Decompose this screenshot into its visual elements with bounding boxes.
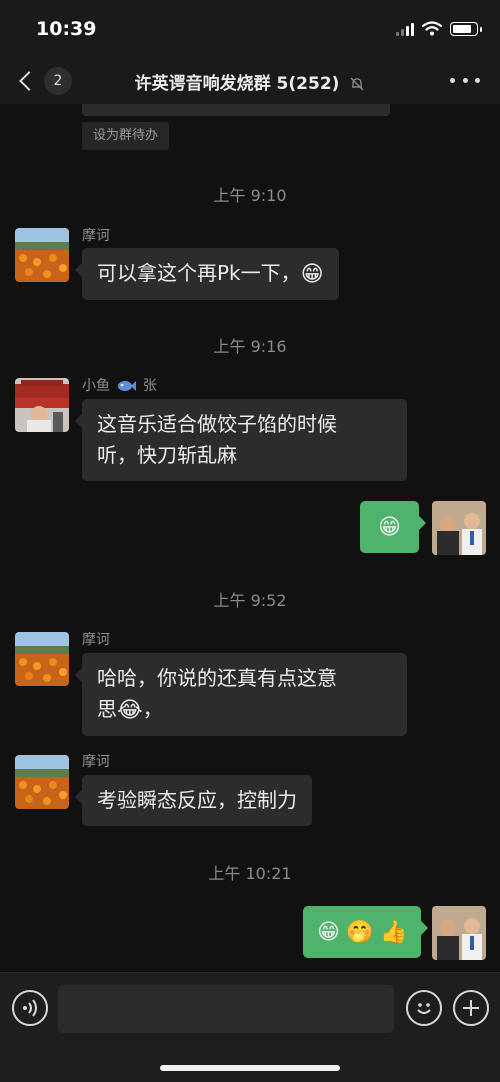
- sender-name: 摩诃: [82, 228, 110, 244]
- more-button[interactable]: [450, 70, 480, 90]
- time-divider: 上午 9:52: [213, 591, 287, 610]
- status-time: 10:39: [36, 18, 97, 40]
- time-divider: 上午 9:10: [213, 186, 287, 205]
- message-text-line: 哈哈，你说的还真有点这意: [97, 666, 337, 690]
- status-bar: 10:39: [0, 0, 500, 58]
- voice-button[interactable]: [12, 990, 48, 1026]
- status-icons: [396, 21, 482, 36]
- message-text-line: 这音乐适合做饺子馅的时候: [97, 412, 337, 436]
- tears-of-joy-emoji: 😂: [117, 698, 143, 723]
- mute-bell-icon: [350, 77, 364, 91]
- message-bubble[interactable]: 哈哈，你说的还真有点这意 思😂，: [75, 653, 407, 736]
- chat-title-wrap: 许英谔音响发烧群 5(252): [80, 69, 420, 94]
- sender-name: 摩诃: [82, 754, 110, 770]
- more-icon-dot: [475, 77, 480, 83]
- outgoing-bubble[interactable]: 😁 🤭 👍: [303, 906, 429, 958]
- chat-header: 2 许英谔音响发烧群 5(252): [0, 58, 500, 104]
- emoji-button[interactable]: [406, 990, 442, 1026]
- set-group-todo-button[interactable]: 设为群待办: [82, 122, 170, 150]
- back-chevron-icon: [19, 71, 39, 91]
- more-icon-dot: [462, 77, 468, 83]
- battery-icon: [450, 21, 482, 36]
- my-avatar[interactable]: [432, 906, 486, 960]
- message-text-line: 思😂，: [97, 694, 392, 726]
- chat-title: 许英谔音响发烧群 5(252): [134, 74, 340, 94]
- wifi-icon: [422, 21, 442, 36]
- signal-icon: [396, 22, 414, 36]
- my-avatar[interactable]: [432, 501, 486, 555]
- back-button[interactable]: 2: [14, 64, 74, 98]
- avatar[interactable]: [15, 378, 69, 432]
- outgoing-bubble[interactable]: 😁: [360, 501, 426, 553]
- sender-name: 摩诃: [82, 632, 110, 648]
- more-icon-dot: [450, 77, 455, 83]
- previous-message-bubble: [82, 104, 390, 116]
- fish-icon: [118, 381, 137, 391]
- unread-badge: 2: [44, 67, 72, 95]
- time-divider: 上午 10:21: [208, 864, 292, 883]
- message-text: 考验瞬态反应，控制力: [97, 788, 297, 812]
- avatar[interactable]: [15, 228, 69, 282]
- grin-emoji: 😁: [317, 920, 340, 945]
- message-bubble[interactable]: 这音乐适合做饺子馅的时候 听，快刀斩乱麻: [75, 399, 407, 481]
- input-bar: [0, 972, 500, 1082]
- message-text-line: 听，快刀斩乱麻: [97, 443, 237, 467]
- sender-name: 小鱼 张: [82, 378, 157, 394]
- more-functions-button[interactable]: [453, 990, 489, 1026]
- avatar[interactable]: [15, 755, 69, 809]
- message-bubble[interactable]: 可以拿这个再Pk一下，😁: [75, 248, 339, 300]
- message-text: 可以拿这个再Pk一下，: [97, 261, 301, 285]
- grin-emoji: 😁: [378, 515, 401, 540]
- time-divider: 上午 9:16: [213, 337, 287, 356]
- avatar[interactable]: [15, 632, 69, 686]
- message-input[interactable]: [58, 985, 394, 1033]
- message-bubble[interactable]: 考验瞬态反应，控制力: [75, 775, 312, 826]
- voice-icon: [23, 999, 37, 1017]
- grin-emoji: 😁: [300, 262, 324, 287]
- home-indicator[interactable]: [160, 1065, 340, 1071]
- hand-over-mouth-emoji: 🤭: [346, 920, 374, 945]
- plus-icon: [463, 1000, 479, 1016]
- emoji-icon: [417, 1003, 431, 1014]
- thumbs-up-emoji: 👍: [380, 920, 408, 945]
- chat-area[interactable]: 设为群待办 上午 9:10 摩诃 可以拿这个再Pk一下，😁 上午 9:16 小鱼: [0, 104, 500, 972]
